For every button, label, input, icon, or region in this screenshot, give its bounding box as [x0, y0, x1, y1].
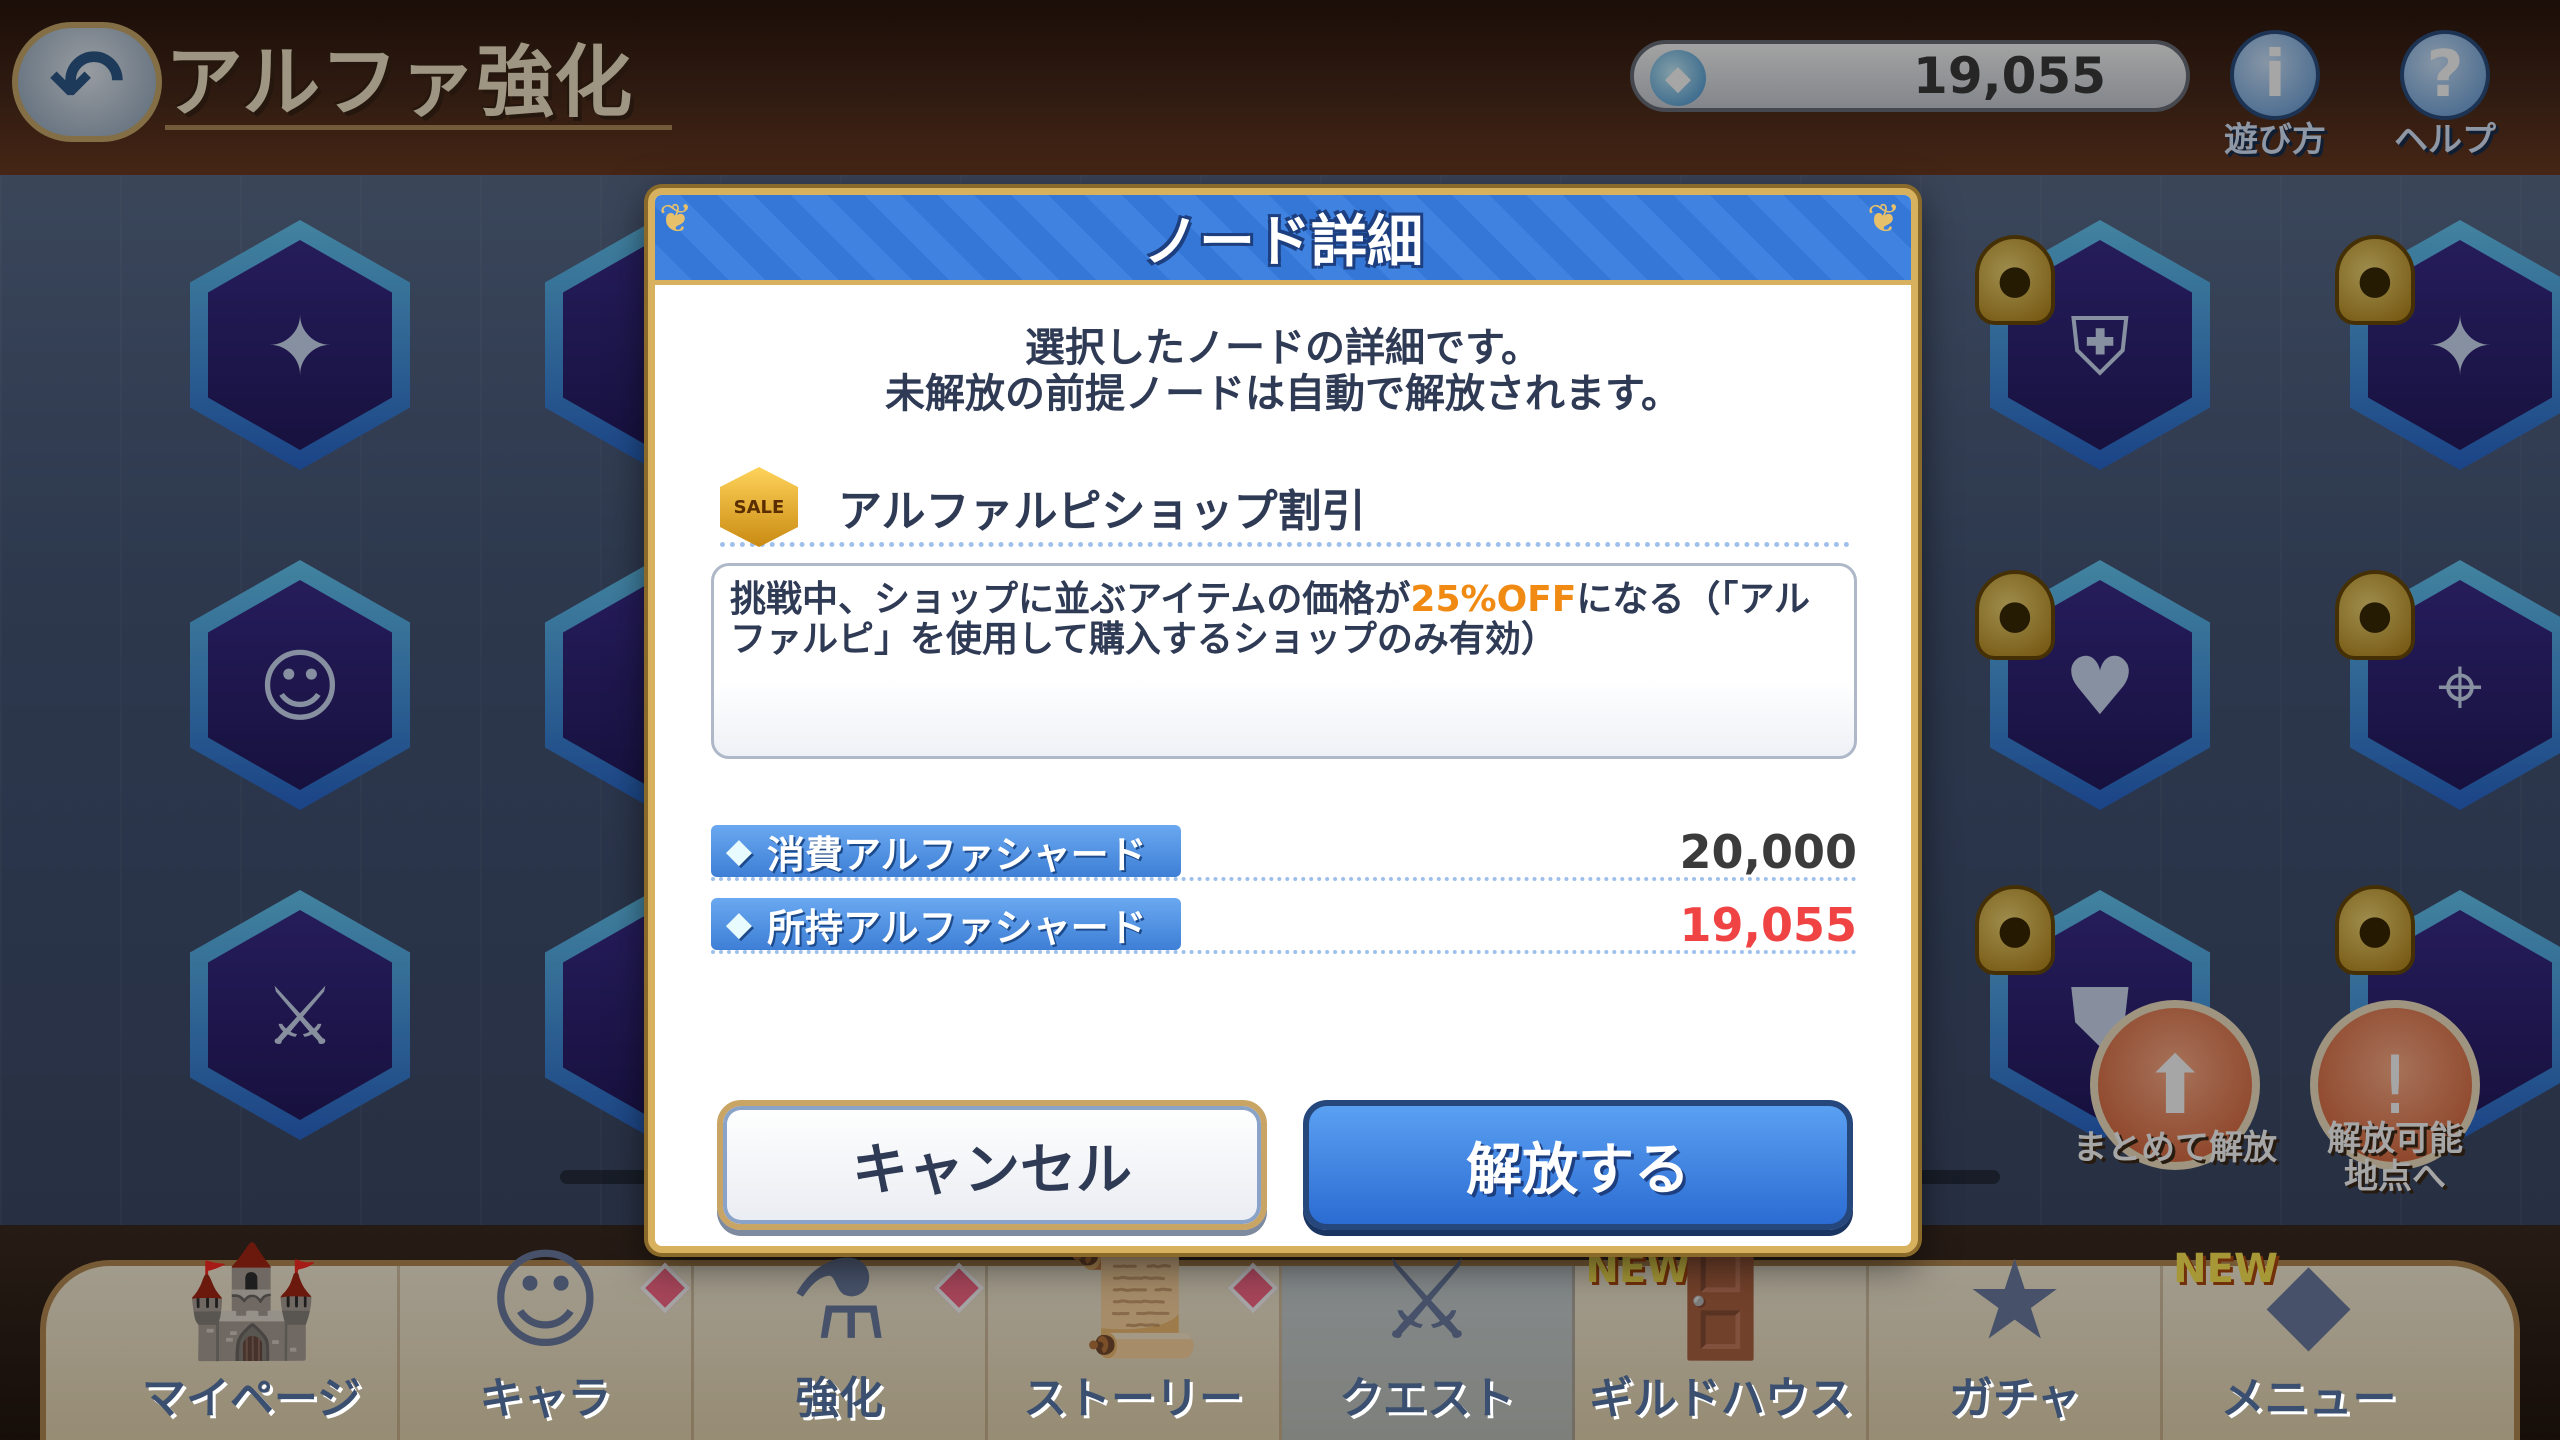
owned-label: 所持アルファシャード: [767, 905, 1147, 950]
nav-label: メニュー: [2220, 1373, 2397, 1424]
alpha-shard-icon: ◆: [725, 904, 753, 944]
dialog-title: ノード詳細: [1143, 210, 1423, 275]
dialog-description: 選択したノードの詳細です。 未解放の前提ノードは自動で解放されます。: [655, 325, 1911, 417]
cancel-button[interactable]: キャンセル: [717, 1100, 1267, 1230]
nav-label: キャラ: [479, 1373, 612, 1424]
nav-label: クエスト: [1338, 1373, 1515, 1424]
ornament-icon: ❦: [659, 196, 693, 242]
effect-highlight: 25%OFF: [1410, 579, 1577, 620]
effect-description-box: 挑戦中、ショップに並ぶアイテムの価格が25%OFFになる（「アルファルピ」を使用…: [711, 563, 1857, 759]
nav-label: ガチャ: [1948, 1373, 2081, 1424]
owned-row: ◆ 所持アルファシャード 19,055: [711, 898, 1857, 954]
node-detail-dialog: ノード詳細 ❦ ❦ 選択したノードの詳細です。 未解放の前提ノードは自動で解放さ…: [648, 188, 1918, 1253]
nav-label: マイページ: [141, 1373, 361, 1424]
dialog-header: ノード詳細: [655, 195, 1911, 285]
nav-label: 強化: [795, 1373, 884, 1424]
sale-badge-icon: SALE: [720, 467, 798, 547]
effect-text-before: 挑戦中、ショップに並ぶアイテムの価格が: [730, 579, 1411, 620]
ornament-icon: ❦: [1867, 196, 1901, 242]
node-name: アルファルピショップ割引: [838, 486, 1366, 537]
alpha-shard-icon: ◆: [725, 831, 753, 871]
cost-value: 20,000: [1679, 825, 1857, 879]
owned-label-box: ◆ 所持アルファシャード: [711, 898, 1181, 950]
nav-label: ギルドハウス: [1588, 1373, 1853, 1424]
cost-label: 消費アルファシャード: [767, 832, 1147, 877]
cost-label-box: ◆ 消費アルファシャード: [711, 825, 1181, 877]
node-name-row: SALE アルファルピショップ割引: [720, 467, 1850, 547]
description-line-1: 選択したノードの詳細です。: [1025, 325, 1541, 371]
cost-row: ◆ 消費アルファシャード 20,000: [711, 825, 1857, 881]
unlock-button[interactable]: 解放する: [1303, 1100, 1853, 1230]
owned-value: 19,055: [1679, 898, 1857, 952]
description-line-2: 未解放の前提ノードは自動で解放されます。: [885, 371, 1681, 417]
nav-label: ストーリー: [1023, 1373, 1244, 1424]
